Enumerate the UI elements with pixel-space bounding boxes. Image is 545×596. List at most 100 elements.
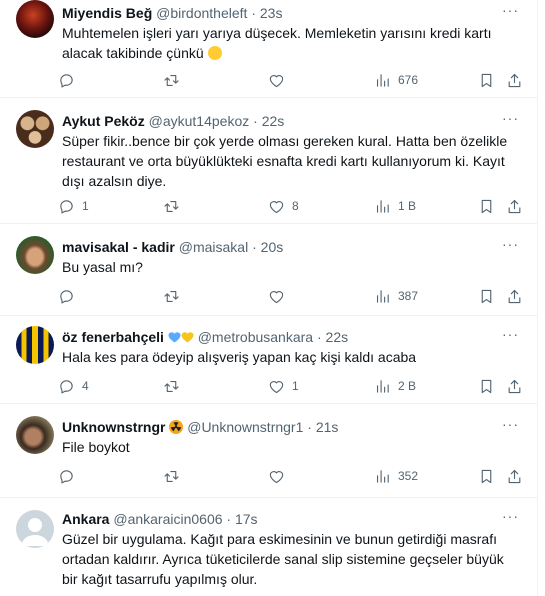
views-button[interactable]: 2 B — [374, 376, 416, 396]
blue-heart-emoji-icon — [168, 332, 181, 343]
bookmark-button[interactable] — [478, 376, 495, 396]
author-name[interactable]: Aykut Peköz — [62, 113, 145, 129]
like-icon — [268, 378, 285, 395]
share-button[interactable] — [506, 286, 523, 306]
separator: · — [252, 239, 257, 255]
retweet-button[interactable] — [163, 376, 187, 396]
separator: · — [316, 329, 322, 345]
bookmark-icon — [478, 288, 495, 305]
action-bar: 1 8 1 B — [58, 196, 523, 216]
retweet-button[interactable] — [163, 70, 187, 90]
tweet[interactable]: Ankara @ankaraicin0606 · 17s ··· Güzel b… — [0, 498, 537, 596]
views-count: 387 — [398, 289, 419, 303]
tweet[interactable]: Miyendis Beğ @birdontheleft · 23s ··· Mu… — [0, 0, 537, 98]
avatar[interactable] — [16, 326, 54, 364]
author-name[interactable]: öz fenerbahçeli — [62, 329, 164, 345]
like-button[interactable]: 8 — [268, 196, 299, 216]
like-button[interactable] — [268, 70, 292, 90]
bookmark-button[interactable] — [478, 466, 495, 486]
author-name[interactable]: Miyendis Beğ — [62, 5, 152, 21]
action-bar: 387 — [58, 286, 523, 306]
reply-icon — [58, 72, 75, 89]
action-bar: 676 — [58, 70, 523, 90]
yellow-heart-emoji-icon — [181, 332, 194, 343]
retweet-icon — [163, 468, 180, 485]
reply-button[interactable]: 1 — [58, 196, 89, 216]
more-icon[interactable]: ··· — [502, 326, 519, 342]
like-button[interactable]: 1 — [268, 376, 299, 396]
avatar[interactable] — [16, 510, 54, 548]
views-icon — [374, 378, 391, 395]
bookmark-icon — [478, 198, 495, 215]
more-icon[interactable]: ··· — [502, 2, 519, 18]
like-icon — [268, 288, 285, 305]
views-button[interactable]: 352 — [374, 466, 418, 486]
bookmark-button[interactable] — [478, 286, 495, 306]
views-icon — [374, 468, 391, 485]
bookmark-icon — [478, 378, 495, 395]
more-icon[interactable]: ··· — [502, 110, 519, 126]
retweet-icon — [163, 288, 180, 305]
like-button[interactable] — [268, 466, 292, 486]
reply-button[interactable] — [58, 70, 82, 90]
views-button[interactable]: 387 — [374, 286, 418, 306]
timestamp[interactable]: 22s — [262, 113, 285, 129]
retweet-button[interactable] — [163, 466, 187, 486]
avatar[interactable] — [16, 0, 54, 38]
tweet[interactable]: mavisakal - kadir @maisakal · 20s ··· Bu… — [0, 224, 537, 316]
tweet[interactable]: öz fenerbahçeli @metrobusankara · 22s ··… — [0, 316, 537, 404]
bookmark-button[interactable] — [478, 70, 495, 90]
like-icon — [268, 198, 285, 215]
share-button[interactable] — [506, 196, 523, 216]
separator: · — [251, 5, 256, 21]
timestamp[interactable]: 22s — [326, 329, 349, 345]
reply-button[interactable] — [58, 466, 82, 486]
avatar[interactable] — [16, 110, 54, 148]
tweet-text: File boykot — [62, 439, 130, 455]
retweet-icon — [163, 378, 180, 395]
share-button[interactable] — [506, 70, 523, 90]
views-count: 1 B — [398, 199, 417, 213]
share-icon — [506, 378, 523, 395]
author-handle[interactable]: @ankaraicin0606 — [113, 511, 222, 527]
views-button[interactable]: 676 — [374, 70, 418, 90]
avatar[interactable] — [16, 236, 54, 274]
avatar[interactable] — [16, 416, 54, 454]
author-handle[interactable]: @metrobusankara — [198, 329, 313, 345]
timestamp[interactable]: 20s — [261, 239, 284, 255]
author-name[interactable]: Ankara — [62, 511, 109, 527]
more-icon[interactable]: ··· — [502, 416, 519, 432]
author-handle[interactable]: @maisakal — [179, 239, 248, 255]
author-handle[interactable]: @aykut14pekoz — [149, 113, 250, 129]
more-icon[interactable]: ··· — [502, 508, 519, 524]
timestamp[interactable]: 21s — [316, 419, 339, 435]
share-icon — [506, 198, 523, 215]
views-button[interactable]: 1 B — [374, 196, 416, 216]
tweet-text: Hala kes para ödeyip alışveriş yapan kaç… — [62, 349, 417, 365]
timestamp[interactable]: 23s — [260, 5, 283, 21]
more-icon[interactable]: ··· — [502, 236, 519, 252]
reply-button[interactable] — [58, 286, 82, 306]
like-button[interactable] — [268, 286, 292, 306]
author-handle[interactable]: @Unknownstrngr1 — [187, 419, 303, 435]
tweet-text: Süper fikir..bence bir çok yerde olması … — [62, 133, 508, 189]
share-icon — [506, 288, 523, 305]
reply-icon — [58, 468, 75, 485]
author-name[interactable]: mavisakal - kadir — [62, 239, 175, 255]
retweet-button[interactable] — [163, 196, 187, 216]
views-icon — [374, 288, 391, 305]
tweet[interactable]: Aykut Peköz @aykut14pekoz · 22s ··· Süpe… — [0, 98, 537, 224]
timestamp[interactable]: 17s — [235, 511, 258, 527]
radioactive-emoji-icon — [169, 420, 184, 434]
author-name[interactable]: Unknownstrngr — [62, 419, 165, 435]
reply-button[interactable]: 4 — [58, 376, 89, 396]
bookmark-button[interactable] — [478, 196, 495, 216]
views-count: 676 — [398, 73, 419, 87]
share-button[interactable] — [506, 466, 523, 486]
reply-icon — [58, 378, 75, 395]
share-button[interactable] — [506, 376, 523, 396]
author-handle[interactable]: @birdontheleft — [156, 5, 247, 21]
retweet-button[interactable] — [163, 286, 187, 306]
tweet[interactable]: Unknownstrngr @Unknownstrngr1 · 21s ··· … — [0, 404, 537, 498]
like-icon — [268, 72, 285, 89]
